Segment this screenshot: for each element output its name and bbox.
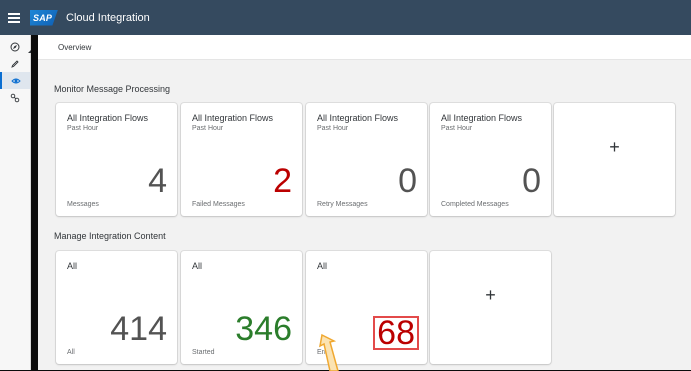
- tile-kpi-value: 2: [273, 162, 292, 200]
- nav-item-design[interactable]: [0, 55, 30, 72]
- add-monitor-tile-button[interactable]: +: [554, 103, 675, 216]
- tile-all-content[interactable]: All 414 All: [56, 251, 177, 364]
- tile-footer: Error: [317, 349, 333, 356]
- tile-footer: Retry Messages: [317, 201, 368, 208]
- tile-footer: Completed Messages: [441, 201, 509, 208]
- tile-error-content[interactable]: All 68 Error: [306, 251, 427, 364]
- tile-kpi-value: 0: [522, 162, 541, 200]
- nav-item-monitor[interactable]: [0, 72, 30, 89]
- tile-subheader: Past Hour: [67, 125, 99, 132]
- tile-failed-messages[interactable]: All Integration Flows Past Hour 2 Failed…: [181, 103, 302, 216]
- tile-footer: All: [67, 349, 75, 356]
- menu-icon[interactable]: [8, 11, 20, 25]
- side-navigation: [0, 35, 31, 370]
- tile-header: All Integration Flows: [192, 113, 274, 123]
- tile-kpi-value-highlighted: 68: [373, 316, 419, 350]
- tile-kpi-value: 346: [235, 310, 292, 348]
- pencil-icon: [11, 59, 19, 68]
- tile-header: All Integration Flows: [317, 113, 399, 123]
- tile-kpi-value: 414: [110, 310, 167, 348]
- tile-subheader: Past Hour: [317, 125, 349, 132]
- tile-subheader: Past Hour: [441, 125, 473, 132]
- tile-header: All: [67, 261, 78, 271]
- tile-subheader: Past Hour: [192, 125, 224, 132]
- add-content-tile-button[interactable]: +: [430, 251, 551, 364]
- tile-header: All: [192, 261, 203, 271]
- nav-item-discover[interactable]: [0, 38, 31, 55]
- tile-header: All Integration Flows: [67, 113, 149, 123]
- sap-logo[interactable]: SAP: [30, 9, 58, 26]
- breadcrumb[interactable]: Overview: [58, 43, 91, 52]
- settings-connector-icon: [10, 93, 20, 102]
- add-icon: +: [485, 285, 496, 305]
- tile-header: All: [317, 261, 328, 271]
- app-title: Cloud Integration: [66, 11, 150, 24]
- nav-item-settings[interactable]: [0, 89, 30, 106]
- tile-kpi-value: 0: [398, 162, 417, 200]
- tile-started-content[interactable]: All 346 Started: [181, 251, 302, 364]
- tile-footer: Failed Messages: [192, 201, 245, 208]
- section-title-monitor: Monitor Message Processing: [54, 84, 171, 94]
- add-icon: +: [609, 137, 620, 157]
- discover-icon: [10, 42, 20, 51]
- tile-footer: Messages: [67, 201, 99, 208]
- tile-header: All Integration Flows: [441, 113, 523, 123]
- breadcrumb-bar: Overview: [38, 35, 691, 60]
- eye-icon: [11, 78, 21, 83]
- section-title-manage: Manage Integration Content: [54, 231, 166, 241]
- tile-kpi-value: 4: [148, 162, 167, 200]
- caret-icon: [28, 50, 31, 53]
- tile-messages[interactable]: All Integration Flows Past Hour 4 Messag…: [56, 103, 177, 216]
- tile-footer: Started: [192, 349, 215, 356]
- tile-completed-messages[interactable]: All Integration Flows Past Hour 0 Comple…: [430, 103, 551, 216]
- shell-bar: SAP Cloud Integration: [0, 0, 691, 35]
- tile-retry-messages[interactable]: All Integration Flows Past Hour 0 Retry …: [306, 103, 427, 216]
- main-content: Overview Monitor Message Processing All …: [38, 35, 691, 370]
